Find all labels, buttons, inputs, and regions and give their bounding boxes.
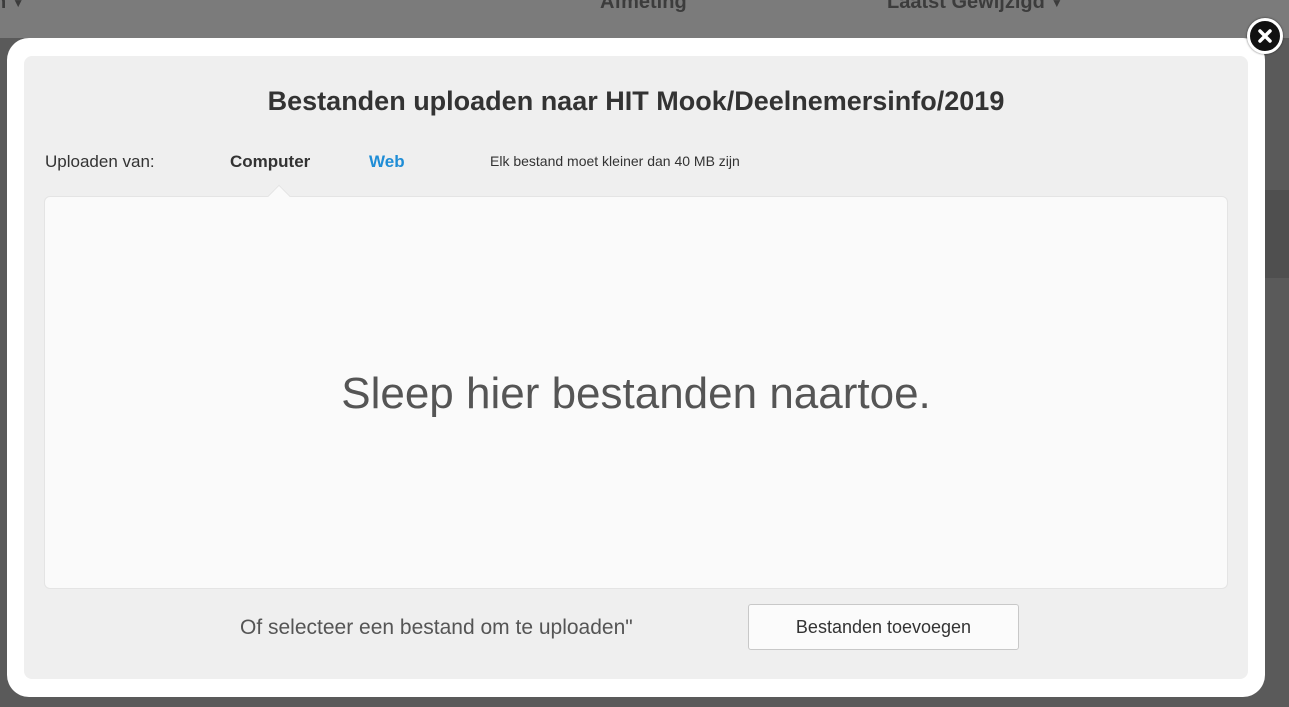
- tab-web[interactable]: Web: [369, 152, 405, 172]
- upload-dialog: Bestanden uploaden naar HIT Mook/Deelnem…: [7, 38, 1265, 697]
- background-column-name: n ▼: [0, 0, 24, 14]
- upload-source-row: Uploaden van: Computer Web Elk bestand m…: [24, 152, 1248, 176]
- background-column-modified: Laatst Gewijzigd ▼: [887, 0, 1063, 14]
- caret-down-icon: ▼: [1050, 0, 1063, 10]
- add-files-button[interactable]: Bestanden toevoegen: [748, 604, 1019, 650]
- file-size-note: Elk bestand moet kleiner dan 40 MB zijn: [490, 153, 740, 169]
- background-column-size: Afmeting: [600, 0, 687, 14]
- tab-pointer: [267, 184, 291, 208]
- close-button[interactable]: [1247, 18, 1283, 54]
- tab-computer[interactable]: Computer: [230, 152, 310, 172]
- select-file-text: Of selecteer een bestand om te uploaden": [240, 616, 633, 639]
- dialog-title: Bestanden uploaden naar HIT Mook/Deelnem…: [267, 86, 1005, 116]
- file-dropzone[interactable]: Sleep hier bestanden naartoe.: [44, 184, 1228, 589]
- close-icon: [1258, 29, 1272, 43]
- dropzone-text: Sleep hier bestanden naartoe.: [341, 369, 931, 418]
- upload-from-label: Uploaden van:: [45, 152, 155, 171]
- select-file-row: Of selecteer een bestand om te uploaden"…: [24, 604, 1248, 652]
- column-label: Laatst Gewijzigd: [887, 0, 1045, 13]
- column-label: Afmeting: [600, 0, 687, 13]
- caret-down-icon: ▼: [12, 0, 25, 10]
- background-header: n ▼ Afmeting Laatst Gewijzigd ▼: [0, 0, 1289, 38]
- upload-dialog-body: Bestanden uploaden naar HIT Mook/Deelnem…: [24, 56, 1248, 679]
- column-label: n: [0, 0, 7, 13]
